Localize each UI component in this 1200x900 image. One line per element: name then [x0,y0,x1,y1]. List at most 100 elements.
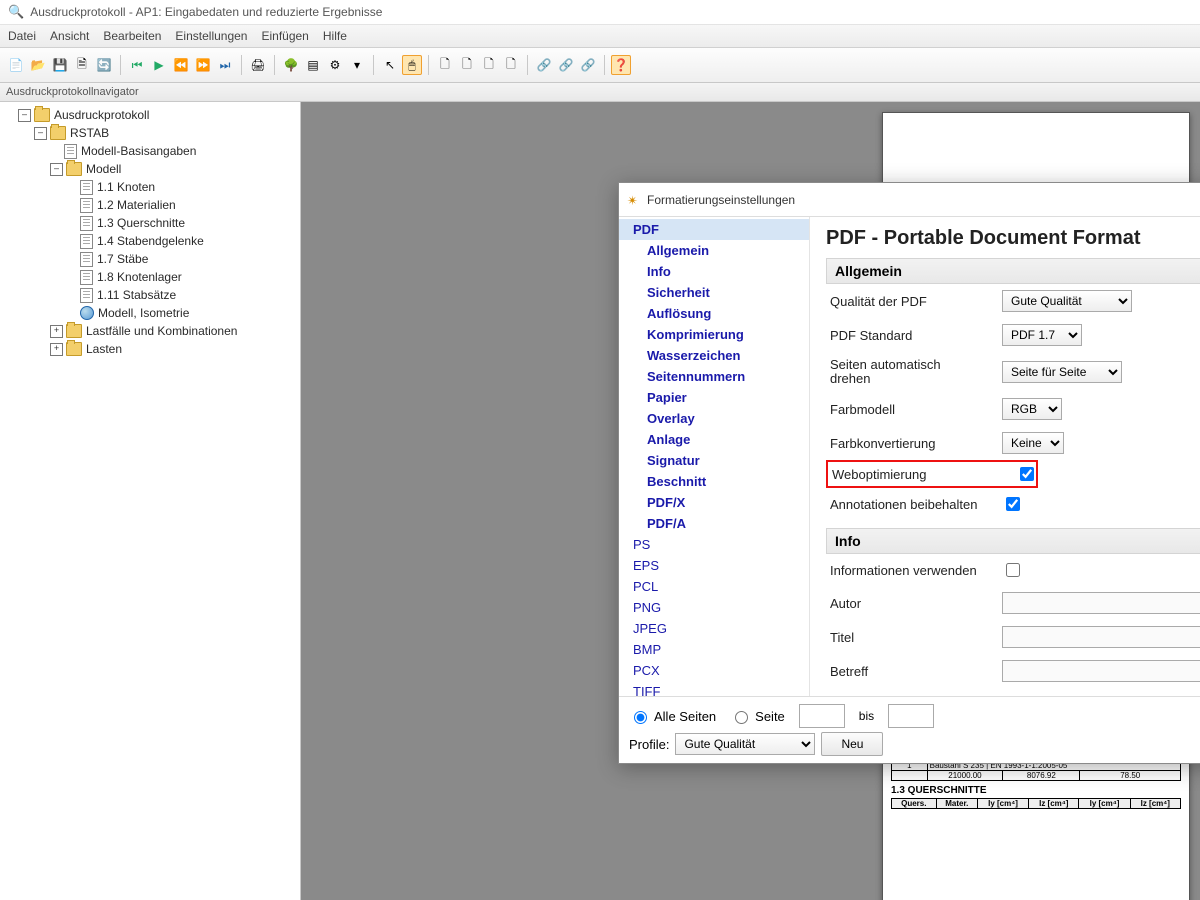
fmt-sub-beschnitt[interactable]: Beschnitt [619,471,809,492]
dialog-title: Formatierungseinstellungen [647,193,795,207]
fmt-tiff[interactable]: TIFF [619,681,809,696]
tree-modell-item[interactable]: 1.2 Materialien [66,196,298,214]
star-icon: ✴ [627,193,641,207]
fmt-sub-papier[interactable]: Papier [619,387,809,408]
magnifier-icon: 🔍 [8,4,24,20]
menu-einstellungen[interactable]: Einstellungen [175,29,247,43]
tree-modell-item[interactable]: 1.1 Knoten [66,178,298,196]
export-icon[interactable]: 🗎 [72,55,92,75]
navigator-title: Ausdruckprotokollnavigator [0,83,1200,102]
author-label: Autor [830,596,1002,611]
menu-ansicht[interactable]: Ansicht [50,29,89,43]
fmt-sub-seitennummern[interactable]: Seitennummern [619,366,809,387]
tree-root[interactable]: –Ausdruckprotokoll [18,106,298,124]
fmt-sub-wasserzeichen[interactable]: Wasserzeichen [619,345,809,366]
fmt-sub-pdf/a[interactable]: PDF/A [619,513,809,534]
gear-icon[interactable]: ⚙ [325,55,345,75]
section-info: Info [826,528,1200,554]
to-label: bis [859,709,874,723]
subject-label: Betreff [830,664,1002,679]
nav-prevstep-icon[interactable]: ⏪ [171,55,191,75]
rotate-label: Seiten automatisch drehen [830,358,1002,386]
useinfo-checkbox[interactable] [1006,563,1020,577]
tree-rstab[interactable]: –RSTAB [34,124,298,142]
subject-input[interactable] [1002,660,1200,682]
fmt-pcx[interactable]: PCX [619,660,809,681]
menu-einfuegen[interactable]: Einfügen [261,29,308,43]
rotate-select[interactable]: Seite für Seite [1002,361,1122,383]
tree-modell-item[interactable]: 1.11 Stabsätze [66,286,298,304]
std-label: PDF Standard [830,328,1002,343]
nav-prev-icon[interactable]: ▶ [149,55,169,75]
tree-modell-item[interactable]: Modell, Isometrie [66,304,298,322]
annot-checkbox[interactable] [1006,497,1020,511]
page-to-input[interactable] [888,704,934,728]
fmt-sub-anlage[interactable]: Anlage [619,429,809,450]
menu-hilfe[interactable]: Hilfe [323,29,347,43]
tree-modell-item[interactable]: 1.4 Stabendgelenke [66,232,298,250]
fmt-pcl[interactable]: PCL [619,576,809,597]
color-select[interactable]: RGB [1002,398,1062,420]
fmt-sub-pdf/x[interactable]: PDF/X [619,492,809,513]
fmt-bmp[interactable]: BMP [619,639,809,660]
webopt-checkbox[interactable] [1020,467,1034,481]
window-title: Ausdruckprotokoll - AP1: Eingabedaten un… [30,5,382,19]
refresh-icon[interactable]: 🔄 [94,55,114,75]
all-pages-radio[interactable]: Alle Seiten [629,708,716,724]
dropdown-icon[interactable]: ▾ [347,55,367,75]
fmt-sub-auflösung[interactable]: Auflösung [619,303,809,324]
pointer-icon[interactable]: 🖱 [402,55,422,75]
link2-icon[interactable]: 🔗 [556,55,576,75]
menu-datei[interactable]: Datei [8,29,36,43]
conv-select[interactable]: Keine [1002,432,1064,454]
fmt-sub-info[interactable]: Info [619,261,809,282]
tree-basisangaben[interactable]: Modell-Basisangaben [50,142,298,160]
tree-modell-item[interactable]: 1.8 Knotenlager [66,268,298,286]
doc3-icon[interactable]: 🗋 [479,55,499,75]
navigator-panel: –Ausdruckprotokoll –RSTAB Modell-Basisan… [0,102,301,900]
nav-nextstep-icon[interactable]: ⏩ [193,55,213,75]
fmt-sub-overlay[interactable]: Overlay [619,408,809,429]
help-icon[interactable]: ❓ [611,55,631,75]
app-titlebar: 🔍 Ausdruckprotokoll - AP1: Eingabedaten … [0,0,1200,25]
save-icon[interactable]: 💾 [50,55,70,75]
title-input[interactable] [1002,626,1200,648]
section-allgemein: Allgemein [826,258,1200,284]
tree-lastfaelle[interactable]: +Lastfälle und Kombinationen [50,322,298,340]
doc4-icon[interactable]: 🗋 [501,55,521,75]
new-icon[interactable]: 📄 [6,55,26,75]
link1-icon[interactable]: 🔗 [534,55,554,75]
fmt-eps[interactable]: EPS [619,555,809,576]
profile-select[interactable]: Gute Qualität [675,733,815,755]
fmt-pdf[interactable]: PDF [619,219,809,240]
nav-last-icon[interactable]: ⏭ [215,55,235,75]
tree-modell-item[interactable]: 1.3 Querschnitte [66,214,298,232]
fmt-sub-sicherheit[interactable]: Sicherheit [619,282,809,303]
tree-modell[interactable]: –Modell [50,160,298,178]
layout-icon[interactable]: ▤ [303,55,323,75]
fmt-sub-allgemein[interactable]: Allgemein [619,240,809,261]
fmt-sub-komprimierung[interactable]: Komprimierung [619,324,809,345]
cursor-icon[interactable]: ↖ [380,55,400,75]
quality-select[interactable]: Gute Qualität [1002,290,1132,312]
link3-icon[interactable]: 🔗 [578,55,598,75]
fmt-ps[interactable]: PS [619,534,809,555]
nav-first-icon[interactable]: ⏮ [127,55,147,75]
fmt-jpeg[interactable]: JPEG [619,618,809,639]
page-radio[interactable]: Seite [730,708,785,724]
new-profile-button[interactable]: Neu [821,732,883,756]
tree-modell-item[interactable]: 1.7 Stäbe [66,250,298,268]
menu-bearbeiten[interactable]: Bearbeiten [103,29,161,43]
tree-icon[interactable]: 🌳 [281,55,301,75]
page-from-input[interactable] [799,704,845,728]
std-select[interactable]: PDF 1.7 [1002,324,1082,346]
doc1-icon[interactable]: 🗋 [435,55,455,75]
print-icon[interactable]: 🖨 [248,55,268,75]
open-icon[interactable]: 📂 [28,55,48,75]
tree-lasten[interactable]: +Lasten [50,340,298,358]
fmt-sub-signatur[interactable]: Signatur [619,450,809,471]
annot-label: Annotationen beibehalten [830,497,1002,512]
doc2-icon[interactable]: 🗋 [457,55,477,75]
fmt-png[interactable]: PNG [619,597,809,618]
author-input[interactable] [1002,592,1200,614]
